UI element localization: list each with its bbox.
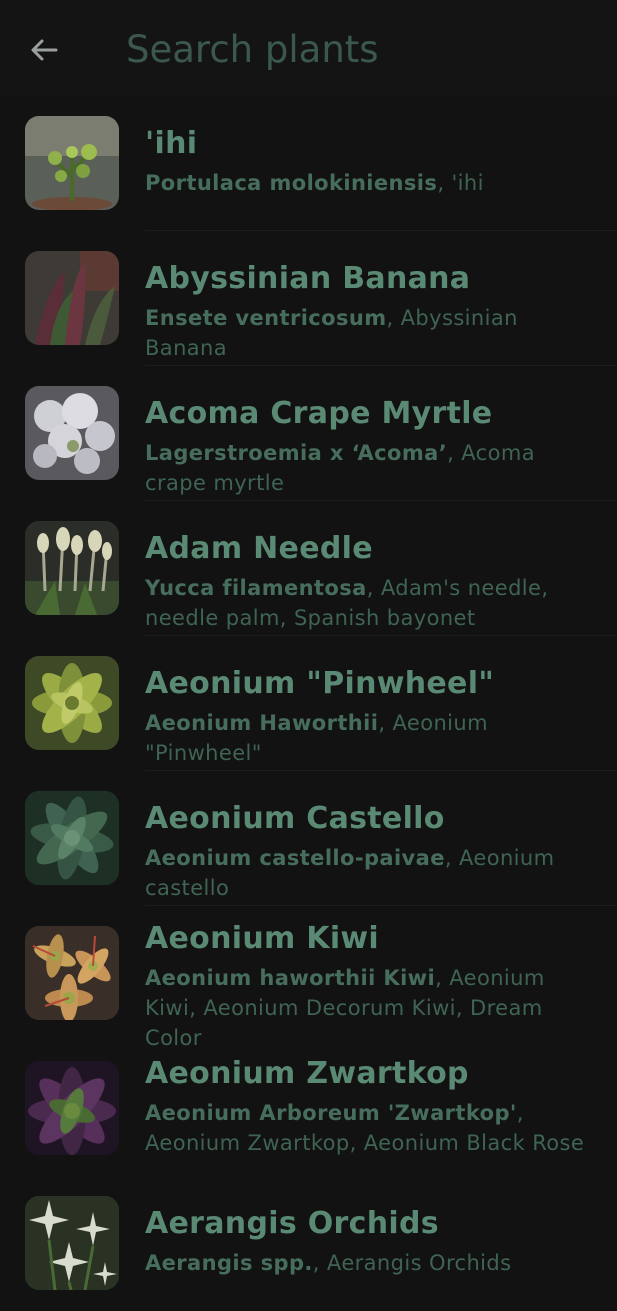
plant-name: 'ihi bbox=[145, 126, 198, 161]
plant-name: Adam Needle bbox=[145, 531, 373, 566]
plant-thumbnail bbox=[25, 926, 119, 1020]
common-names: , 'ihi bbox=[437, 171, 484, 195]
scientific-name: Aerangis spp. bbox=[145, 1251, 313, 1275]
scientific-name: Yucca filamentosa bbox=[145, 576, 367, 600]
common-names: , Aerangis Orchids bbox=[312, 1251, 512, 1275]
back-button[interactable] bbox=[26, 33, 62, 67]
plant-names-line: Lagerstroemia x ‘Acoma’, Acoma crape myr… bbox=[145, 438, 585, 498]
plant-list-item[interactable]: Adam Needle Yucca filamentosa, Adam's ne… bbox=[0, 501, 617, 636]
plant-thumbnail bbox=[25, 1196, 119, 1290]
plant-list-item[interactable]: Aeonium "Pinwheel" Aeonium Haworthii, Ae… bbox=[0, 636, 617, 771]
plant-thumbnail bbox=[25, 1061, 119, 1155]
scientific-name: Portulaca molokiniensis bbox=[145, 171, 438, 195]
plant-list-item[interactable]: Aerangis Orchids Aerangis spp., Aerangis… bbox=[0, 1176, 617, 1311]
plant-name: Abyssinian Banana bbox=[145, 261, 471, 296]
scientific-name: Ensete ventricosum bbox=[145, 306, 387, 330]
scientific-name: Aeonium Haworthii bbox=[145, 711, 379, 735]
plant-list-item[interactable]: 'ihi Portulaca molokiniensis, 'ihi bbox=[0, 96, 617, 231]
plant-list-item[interactable]: Aeonium Castello Aeonium castello-paivae… bbox=[0, 771, 617, 906]
arrow-left-icon bbox=[31, 39, 58, 61]
plant-names-line: Portulaca molokiniensis, 'ihi bbox=[145, 168, 585, 198]
plant-name: Aeonium Zwartkop bbox=[145, 1056, 469, 1091]
plant-thumbnail bbox=[25, 251, 119, 345]
scientific-name: Aeonium haworthii Kiwi bbox=[145, 966, 436, 990]
plant-names-line: Aeonium Haworthii, Aeonium "Pinwheel" bbox=[145, 708, 585, 768]
search-input[interactable] bbox=[126, 24, 586, 74]
plant-name: Aeonium Kiwi bbox=[145, 921, 380, 956]
plant-name: Aeonium Castello bbox=[145, 801, 445, 836]
plant-names-line: Aeonium Arboreum 'Zwartkop', Aeonium Zwa… bbox=[145, 1098, 585, 1158]
plant-list-item[interactable]: Aeonium Zwartkop Aeonium Arboreum 'Zwart… bbox=[0, 1026, 617, 1161]
plant-thumbnail bbox=[25, 521, 119, 615]
scientific-name: Lagerstroemia x ‘Acoma’ bbox=[145, 441, 448, 465]
plant-thumbnail bbox=[25, 791, 119, 885]
plant-thumbnail bbox=[25, 116, 119, 210]
plant-names-line: Yucca filamentosa, Adam's needle, needle… bbox=[145, 573, 585, 633]
plant-thumbnail bbox=[25, 386, 119, 480]
plant-list-item[interactable]: Acoma Crape Myrtle Lagerstroemia x ‘Acom… bbox=[0, 366, 617, 501]
plant-list-item[interactable]: Abyssinian Banana Ensete ventricosum, Ab… bbox=[0, 231, 617, 366]
app-header bbox=[0, 0, 617, 96]
scientific-name: Aeonium castello-paivae bbox=[145, 846, 445, 870]
plant-name: Aerangis Orchids bbox=[145, 1206, 439, 1241]
plant-name: Aeonium "Pinwheel" bbox=[145, 666, 495, 701]
plant-list-item[interactable]: Aeonium Kiwi Aeonium haworthii Kiwi, Aeo… bbox=[0, 891, 617, 1050]
plant-thumbnail bbox=[25, 656, 119, 750]
plant-name: Acoma Crape Myrtle bbox=[145, 396, 493, 431]
scientific-name: Aeonium Arboreum 'Zwartkop' bbox=[145, 1101, 517, 1125]
plant-names-line: Ensete ventricosum, Abyssinian Banana bbox=[145, 303, 585, 363]
plant-names-line: Aerangis spp., Aerangis Orchids bbox=[145, 1248, 585, 1278]
